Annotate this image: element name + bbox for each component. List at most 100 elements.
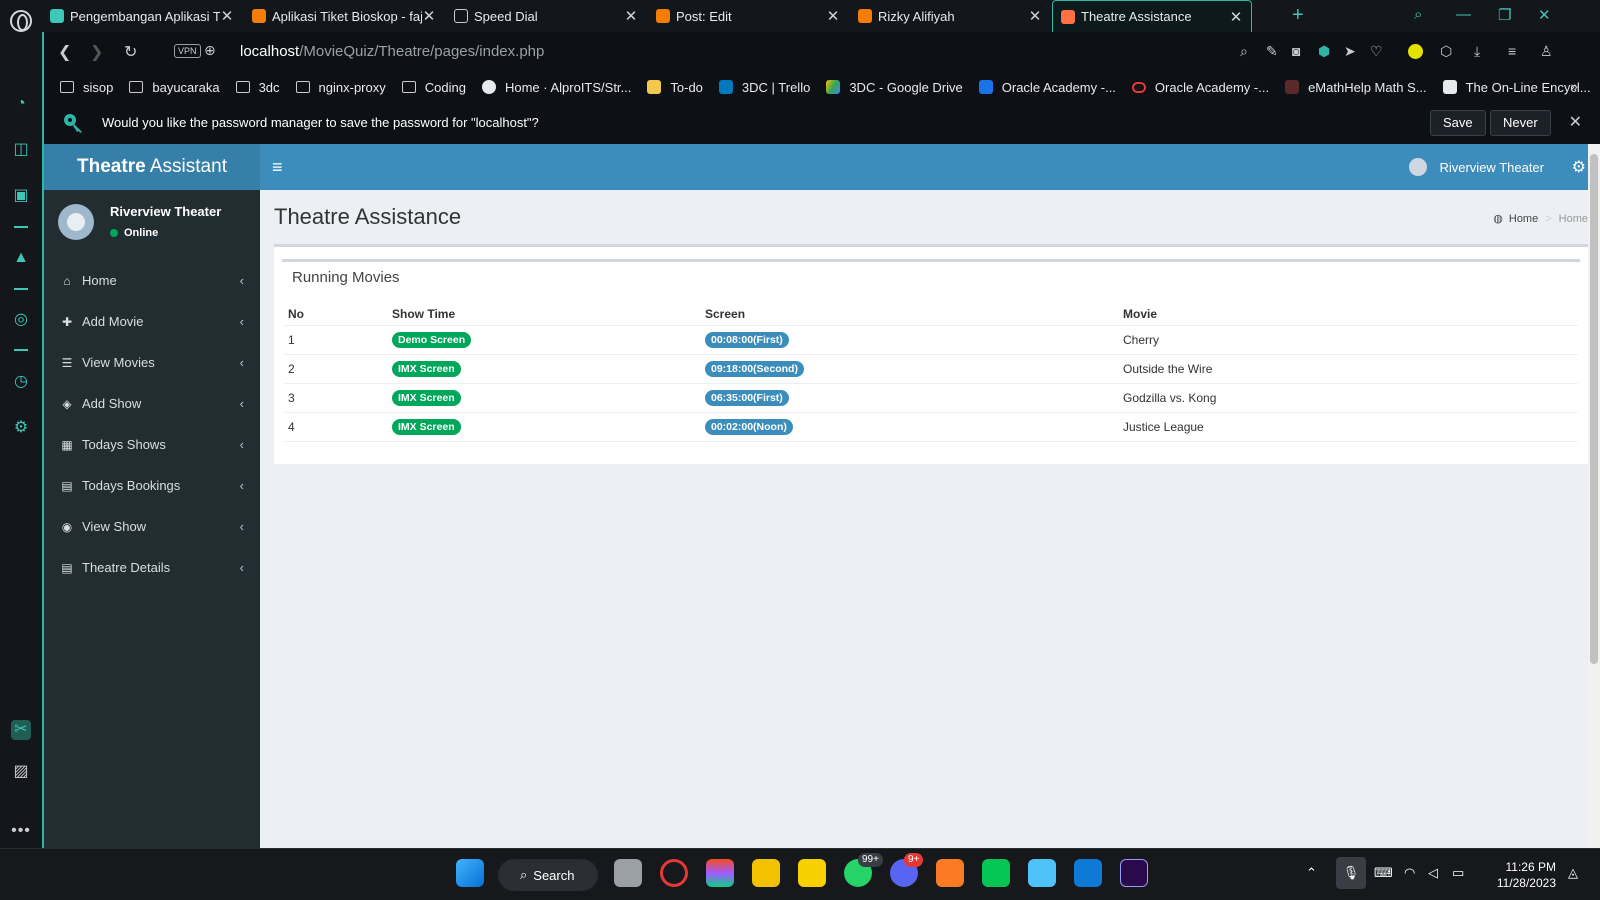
bookmark-emathhelp[interactable]: eMathHelp Math S...	[1285, 80, 1427, 95]
sticky-notes-icon[interactable]	[798, 859, 826, 887]
share-icon[interactable]: ✎	[1266, 43, 1278, 60]
bookmark-bayucaraka[interactable]: bayucaraka	[129, 80, 220, 95]
back-icon[interactable]: ❮	[58, 42, 71, 62]
search-tabs-icon[interactable]: ⌕	[1414, 6, 1422, 23]
zoom-search-icon[interactable]: ⌕	[1240, 43, 1248, 60]
microphone-icon[interactable]: 🎙	[1336, 857, 1366, 889]
opera-taskbar-icon[interactable]	[660, 859, 688, 887]
bookmark-github[interactable]: Home · AlproITS/Str...	[481, 79, 632, 95]
tray-overflow-icon[interactable]: ⌃	[1306, 865, 1317, 881]
close-tab-icon[interactable]: ✕	[1229, 8, 1243, 26]
touch-keyboard-icon[interactable]: ⌨	[1374, 865, 1393, 881]
close-tab-icon[interactable]: ✕	[220, 7, 234, 25]
taskbar-clock[interactable]: 11:26 PM 11/28/2023	[1497, 859, 1556, 891]
bookmark-trello[interactable]: 3DC | Trello	[718, 80, 810, 95]
shopping-bag-icon[interactable]: ◫	[11, 140, 31, 160]
heart-icon[interactable]: ♡	[1370, 43, 1383, 60]
tab[interactable]: Speed Dial ✕	[446, 0, 646, 32]
bookmarks-overflow-icon[interactable]: »	[1570, 78, 1578, 94]
account-icon[interactable]: ♙	[1540, 43, 1553, 60]
save-password-button[interactable]: Save	[1430, 110, 1486, 136]
notepad-icon[interactable]	[1028, 859, 1056, 887]
figma-icon[interactable]	[706, 859, 734, 887]
more-icon[interactable]: •••	[11, 822, 31, 840]
bookmark-google-drive[interactable]: 3DC - Google Drive	[826, 80, 963, 95]
xampp-icon[interactable]	[936, 859, 964, 887]
sidebar-toggle-icon[interactable]: ≡	[272, 157, 283, 178]
sidebar-item-todays-bookings[interactable]: ▤ Todays Bookings ‹	[44, 465, 260, 506]
restore-icon[interactable]: ❐	[1498, 6, 1511, 24]
shield-icon[interactable]: ⬢	[1318, 43, 1330, 60]
volume-icon[interactable]: ◁	[1428, 865, 1438, 881]
extension-icon[interactable]: ✂	[11, 720, 31, 740]
wifi-icon[interactable]: ◠	[1404, 865, 1415, 881]
easy-setup-icon[interactable]: ≡	[1508, 43, 1516, 59]
minimize-icon[interactable]: —	[1456, 6, 1471, 23]
navbar-user-menu[interactable]: Riverview Theater	[1409, 158, 1544, 176]
aria-icon[interactable]: ▲	[11, 248, 31, 268]
breadcrumb-home-link[interactable]: Home	[1509, 213, 1538, 225]
start-icon[interactable]	[456, 859, 484, 887]
close-window-icon[interactable]: ✕	[1538, 6, 1551, 24]
vscode-icon[interactable]	[1074, 859, 1102, 887]
sidebar-item-todays-shows[interactable]: ▦ Todays Shows ‹	[44, 424, 260, 465]
bookmark-3dc[interactable]: 3dc	[235, 80, 280, 95]
close-tab-icon[interactable]: ✕	[826, 7, 840, 25]
close-tab-icon[interactable]: ✕	[624, 7, 638, 25]
scrollbar-thumb[interactable]	[1590, 154, 1598, 664]
settings-icon[interactable]: ⚙	[11, 418, 31, 438]
cube-icon[interactable]: ⬡	[1440, 43, 1452, 60]
reload-icon[interactable]: ↻	[124, 42, 137, 62]
page-scrollbar[interactable]	[1588, 144, 1600, 848]
app-sidebar: Riverview Theater Online ⌂ Home ‹ ✚ Add Mov…	[44, 190, 260, 848]
site-info-icon[interactable]: ⊕	[204, 42, 216, 59]
close-tab-icon[interactable]: ✕	[422, 7, 436, 25]
task-view-icon[interactable]	[614, 859, 642, 887]
premiere-icon[interactable]	[1120, 859, 1148, 887]
tab[interactable]: Pengembangan Aplikasi Ti ✕	[42, 0, 242, 32]
infobar-message: Would you like the password manager to s…	[102, 115, 539, 130]
sidebar-item-view-show[interactable]: ◉ View Show ‹	[44, 506, 260, 547]
history-icon[interactable]: ◷	[11, 372, 31, 392]
close-tab-icon[interactable]: ✕	[1028, 7, 1042, 25]
sidebar-item-add-movie[interactable]: ✚ Add Movie ‹	[44, 301, 260, 342]
bookmark-oracle-academy-1[interactable]: Oracle Academy -...	[978, 80, 1116, 95]
tab[interactable]: Aplikasi Tiket Bioskop - faja ✕	[244, 0, 444, 32]
bookmark-oeis[interactable]: The On-Line Encycl...	[1442, 80, 1591, 95]
never-save-button[interactable]: Never	[1490, 110, 1551, 136]
bookmark-todo[interactable]: To-do	[647, 80, 703, 95]
battery-icon[interactable]: ▭	[1452, 865, 1464, 881]
sidebar-item-home[interactable]: ⌂ Home ‹	[44, 260, 260, 301]
camera-icon[interactable]: ◙	[1292, 43, 1300, 59]
download-icon[interactable]: ⤓	[1474, 43, 1480, 60]
speed-dial-icon[interactable]: ◔	[11, 94, 31, 114]
app-logo[interactable]: Theatre Assistant	[44, 144, 260, 190]
player-icon[interactable]: ◎	[11, 310, 31, 330]
opera-logo-icon[interactable]	[10, 10, 32, 32]
bookmark-label: Home · AlproITS/Str...	[504, 79, 632, 95]
bookmark-oracle-academy-2[interactable]: Oracle Academy -...	[1131, 80, 1269, 95]
tab[interactable]: Rizky Alifiyah ✕	[850, 0, 1050, 32]
ai-chip-icon[interactable]: ▣	[11, 186, 31, 206]
sidebar-item-view-movies[interactable]: ☰ View Movies ‹	[44, 342, 260, 383]
sidebar-item-theatre-details[interactable]: ▤ Theatre Details ‹	[44, 547, 260, 588]
sidebar-item-add-show[interactable]: ◈ Add Show ‹	[44, 383, 260, 424]
gears-icon[interactable]: ⚙	[1572, 157, 1586, 177]
url-field[interactable]: localhost/MovieQuiz/Theatre/pages/index.…	[240, 43, 544, 60]
bookmark-nginx-proxy[interactable]: nginx-proxy	[295, 80, 386, 95]
close-infobar-icon[interactable]: ✕	[1569, 112, 1582, 132]
notifications-bell-icon[interactable]: ◬	[1568, 865, 1578, 881]
file-explorer-icon[interactable]	[752, 859, 780, 887]
profile-extension-icon[interactable]	[1408, 44, 1423, 59]
tab-active[interactable]: Theatre Assistance ✕	[1052, 0, 1252, 32]
forward-icon[interactable]: ❯	[90, 42, 103, 62]
vpn-badge[interactable]: VPN	[174, 44, 201, 58]
new-tab-icon[interactable]: +	[1292, 4, 1304, 27]
line-icon[interactable]	[982, 859, 1010, 887]
taskbar-search[interactable]: ⌕ Search	[498, 859, 598, 891]
send-icon[interactable]: ➤	[1344, 43, 1356, 60]
bookmark-sisop[interactable]: sisop	[60, 80, 113, 95]
bookmark-coding[interactable]: Coding	[401, 80, 466, 95]
tab[interactable]: Post: Edit ✕	[648, 0, 848, 32]
gallery-icon[interactable]: ▨	[11, 762, 31, 782]
